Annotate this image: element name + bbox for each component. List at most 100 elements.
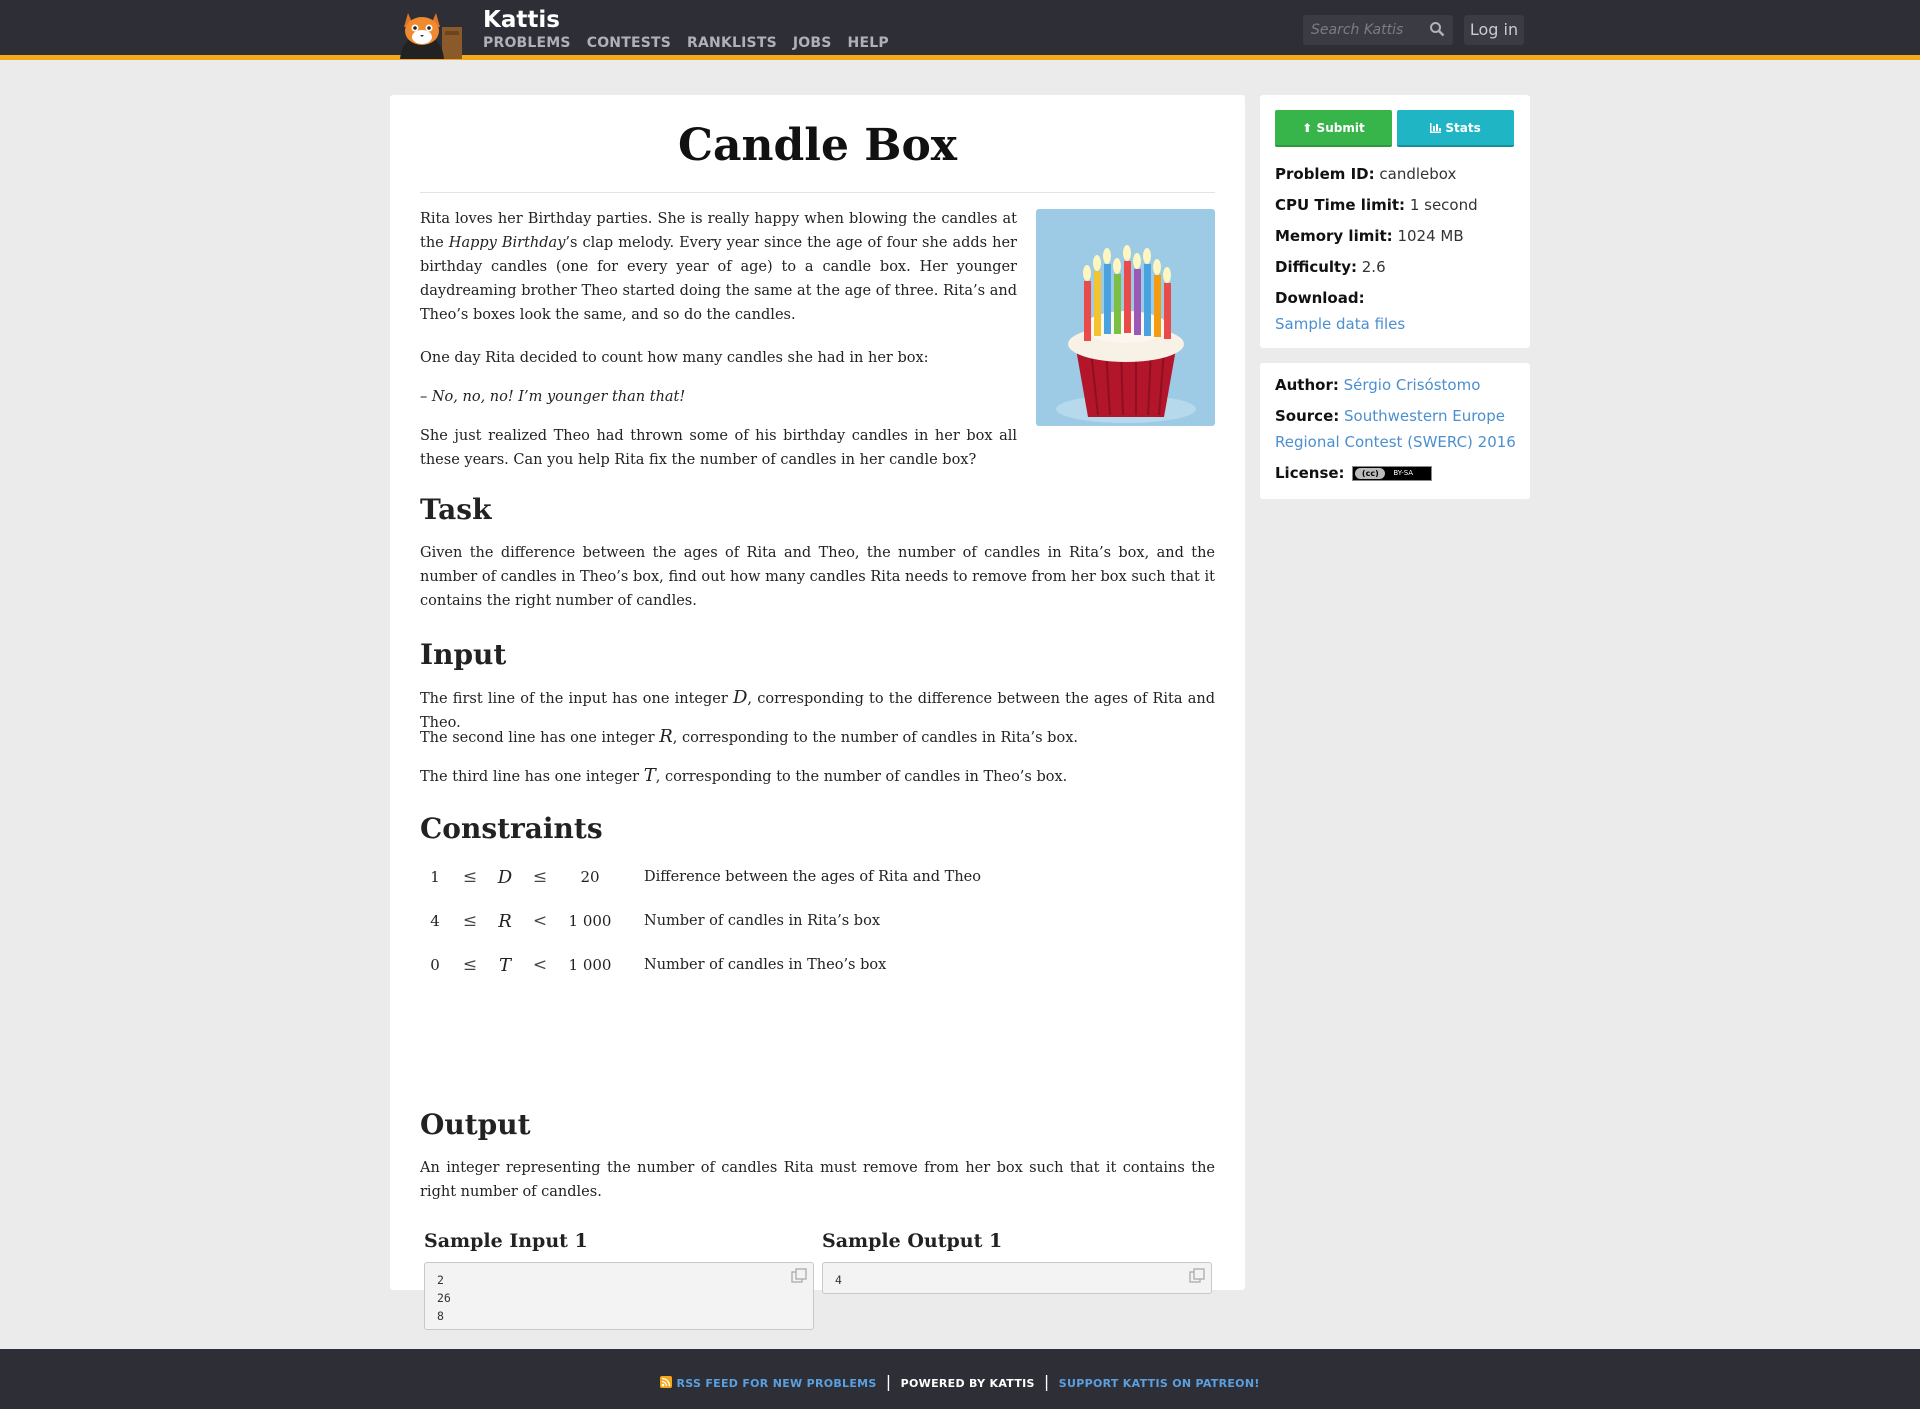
output-heading: Output — [420, 1108, 531, 1141]
sample-output-box[interactable]: 4 — [822, 1262, 1212, 1294]
input-line-1-var: D — [732, 687, 748, 708]
problem-info-panel: ⬆ Submit Stats Problem ID: candlebox CPU… — [1260, 95, 1530, 348]
input-line-2-var: R — [659, 726, 673, 747]
input-line-2: The second line has one integer R, corre… — [420, 725, 1215, 750]
intro-paragraph-2: One day Rita decided to count how many c… — [420, 350, 929, 366]
cc-icon: (cc) — [1355, 468, 1386, 479]
sample-data-link[interactable]: Sample data files — [1275, 315, 1405, 333]
constraint-row: 1 ≤ D ≤ 20 Difference between the ages o… — [420, 855, 981, 899]
nav-jobs[interactable]: JOBS — [793, 35, 832, 51]
sample-input-line: 2 — [437, 1273, 444, 1287]
copy-icon[interactable] — [1189, 1268, 1205, 1284]
constraint-min: 4 — [430, 912, 440, 930]
problem-id-value: candlebox — [1379, 165, 1457, 183]
license-badge-text: BY-SA — [1393, 469, 1414, 477]
constraint-desc: Number of candles in Theo’s box — [644, 957, 887, 973]
source-label: Source: — [1275, 407, 1340, 425]
search-input[interactable] — [1303, 15, 1413, 45]
upload-icon: ⬆ — [1302, 121, 1313, 135]
nav-problems[interactable]: PROBLEMS — [483, 35, 571, 51]
sample-input-line: 8 — [437, 1309, 444, 1323]
search-box — [1303, 15, 1453, 45]
task-text: Given the difference between the ages of… — [420, 545, 1215, 609]
cpu-limit-row: CPU Time limit: 1 second — [1275, 196, 1478, 214]
stats-label: Stats — [1445, 121, 1481, 135]
intro-emphasis: Happy Birthday — [448, 235, 566, 251]
input-line-1-pre: The first line of the input has one inte… — [420, 691, 733, 707]
problem-id-label: Problem ID: — [1275, 165, 1375, 183]
memory-limit-row: Memory limit: 1024 MB — [1275, 227, 1464, 245]
cupcake-image — [1036, 209, 1215, 426]
author-link[interactable]: Sérgio Crisóstomo — [1344, 376, 1481, 394]
source-row: Source: Southwestern Europe — [1275, 407, 1505, 425]
cpu-limit-label: CPU Time limit: — [1275, 196, 1406, 214]
problem-title: Candle Box — [677, 120, 958, 171]
submit-button[interactable]: ⬆ Submit — [1275, 110, 1392, 147]
problem-id-row: Problem ID: candlebox — [1275, 165, 1456, 183]
kattis-logo-icon[interactable] — [390, 7, 472, 59]
memory-limit-label: Memory limit: — [1275, 227, 1393, 245]
problem-card: Candle Box Rita loves her Birthday parti… — [390, 95, 1245, 1330]
constraint-op: ≤ — [462, 955, 478, 975]
difficulty-label: Difficulty: — [1275, 258, 1357, 276]
input-line-3-var: T — [643, 765, 656, 786]
copy-icon[interactable] — [791, 1268, 807, 1284]
footer: RSS FEED FOR NEW PROBLEMS | POWERED BY K… — [0, 1349, 1920, 1409]
constraint-max: 20 — [580, 868, 600, 886]
constraint-max: 1 000 — [568, 956, 612, 974]
input-line-3: The third line has one integer T, corres… — [420, 764, 1215, 789]
output-text: An integer representing the number of ca… — [420, 1160, 1215, 1200]
top-navbar: Kattis PROBLEMS CONTESTS RANKLISTS JOBS … — [0, 0, 1920, 60]
footer-separator: | — [1043, 1372, 1050, 1391]
footer-links: RSS FEED FOR NEW PROBLEMS | POWERED BY K… — [0, 1372, 1920, 1391]
constraint-row: 0 ≤ T < 1 000 Number of candles in Theo’… — [420, 943, 981, 987]
cpu-limit-value: 1 second — [1409, 196, 1478, 214]
powered-by-text: POWERED BY KATTIS — [900, 1377, 1035, 1390]
input-line-3-post: , corresponding to the number of candles… — [655, 769, 1068, 785]
constraints-heading: Constraints — [420, 812, 603, 845]
intro-quote: – No, no, no! I’m younger than that! — [420, 389, 686, 405]
intro-paragraph-1: Rita loves her Birthday parties. She is … — [420, 207, 1017, 327]
constraints-table: 1 ≤ D ≤ 20 Difference between the ages o… — [420, 855, 981, 987]
constraint-var: T — [498, 954, 511, 976]
search-icon[interactable] — [1429, 21, 1445, 37]
nav-ranklists[interactable]: RANKLISTS — [687, 35, 777, 51]
main-nav: PROBLEMS CONTESTS RANKLISTS JOBS HELP — [483, 35, 889, 51]
source-link[interactable]: Southwestern Europe — [1344, 407, 1505, 425]
constraint-op: ≤ — [532, 867, 548, 887]
author-label: Author: — [1275, 376, 1339, 394]
constraint-op: < — [532, 955, 548, 975]
source-row-2: Regional Contest (SWERC) 2016 — [1275, 433, 1516, 451]
constraint-row: 4 ≤ R < 1 000 Number of candles in Rita’… — [420, 899, 981, 943]
input-line-2-pre: The second line has one integer — [420, 730, 660, 746]
nav-help[interactable]: HELP — [848, 35, 889, 51]
input-heading: Input — [420, 638, 507, 671]
nav-contests[interactable]: CONTESTS — [587, 35, 671, 51]
source-link-2[interactable]: Regional Contest (SWERC) 2016 — [1275, 433, 1516, 451]
sample-output-heading: Sample Output 1 — [822, 1230, 1003, 1252]
input-line-2-post: , corresponding to the number of candles… — [672, 730, 1078, 746]
rss-feed-link[interactable]: RSS FEED FOR NEW PROBLEMS — [676, 1377, 876, 1390]
author-row: Author: Sérgio Crisóstomo — [1275, 376, 1480, 394]
login-button[interactable]: Log in — [1464, 15, 1524, 45]
constraint-op: < — [532, 911, 548, 931]
constraint-op: ≤ — [462, 911, 478, 931]
patreon-link[interactable]: SUPPORT KATTIS ON PATREON! — [1059, 1377, 1260, 1390]
constraint-desc: Difference between the ages of Rita and … — [644, 869, 981, 885]
constraint-var: R — [498, 910, 512, 932]
sample-input-line: 26 — [437, 1291, 451, 1305]
input-line-3-pre: The third line has one integer — [420, 769, 644, 785]
download-label: Download: — [1275, 289, 1365, 307]
difficulty-row: Difficulty: 2.6 — [1275, 258, 1386, 276]
cc-license-badge[interactable]: (cc) BY-SA — [1352, 466, 1433, 481]
difficulty-value: 2.6 — [1361, 258, 1386, 276]
constraint-desc: Number of candles in Rita’s box — [644, 913, 881, 929]
stats-button[interactable]: Stats — [1397, 110, 1514, 147]
task-heading: Task — [420, 493, 492, 526]
sample-output-line: 4 — [835, 1273, 842, 1287]
rss-icon[interactable] — [660, 1376, 673, 1388]
brand-name[interactable]: Kattis — [483, 7, 560, 33]
title-divider — [420, 192, 1215, 193]
sample-input-box[interactable]: 2 26 8 — [424, 1262, 814, 1330]
download-row: Sample data files — [1275, 315, 1405, 333]
